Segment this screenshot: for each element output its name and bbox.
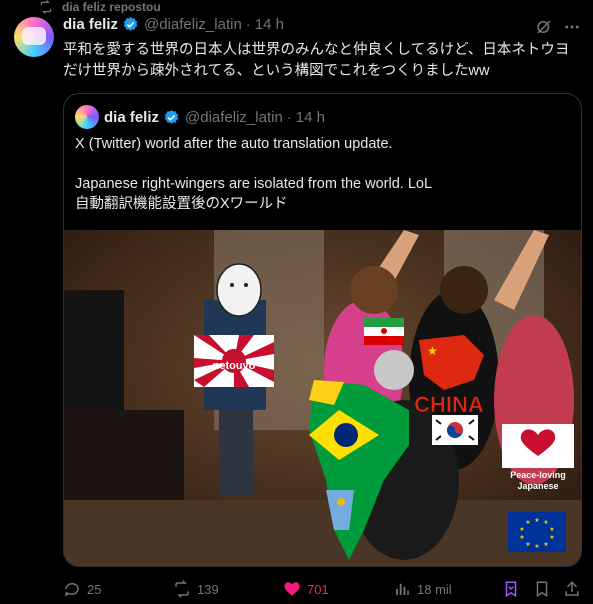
quoted-text-line: Japanese right-wingers are isolated from… [75, 176, 433, 192]
svg-text:★: ★ [543, 541, 548, 548]
views-button[interactable]: 18 mil [393, 574, 452, 604]
quoted-separator-dot: · [286, 108, 292, 126]
eu-flag: ★ ★★ ★★★ ★★★ ★ [508, 512, 566, 552]
netouyo-label: netouyo [213, 360, 256, 372]
repost-icon [175, 580, 189, 598]
like-button[interactable]: 701 [283, 574, 329, 604]
author-name[interactable]: dia feliz [63, 16, 118, 33]
svg-text:★: ★ [525, 519, 530, 526]
quoted-author-handle: @diafeliz_latin [185, 108, 283, 126]
views-count: 18 mil [417, 581, 452, 597]
repost-button[interactable]: 139 [173, 574, 219, 604]
svg-text:★: ★ [549, 526, 554, 533]
post-text: 平和を愛する世界の日本人は世界のみんなと仲良くしてるけど、日本ネトウヨだけ世界か… [63, 42, 570, 79]
quoted-text-line: X (Twitter) world after the auto transla… [75, 136, 393, 152]
like-count: 701 [307, 581, 329, 597]
action-bar: 25 139 701 18 mil [0, 574, 593, 604]
iran-flag [364, 318, 404, 345]
separator-dot: · [245, 16, 251, 33]
quoted-verified-badge-icon [163, 109, 180, 126]
share-icon [565, 581, 579, 596]
quoted-text: X (Twitter) world after the auto transla… [75, 134, 570, 214]
reply-button[interactable]: 25 [63, 574, 101, 604]
quoted-header: dia feliz @diafeliz_latin · 14 h [75, 105, 325, 129]
svg-text:★: ★ [427, 344, 438, 358]
grok-analyze-button[interactable] [502, 574, 520, 604]
quoted-post-time: 14 h [295, 108, 325, 126]
repost-icon [40, 0, 52, 14]
quoted-post[interactable]: dia feliz @diafeliz_latin · 14 h X (Twit… [63, 93, 582, 567]
korea-flag [432, 415, 478, 445]
grok-icon[interactable] [535, 18, 553, 41]
post-time[interactable]: 14 h [255, 16, 284, 33]
share-button[interactable] [563, 574, 581, 604]
svg-text:★: ★ [534, 517, 539, 524]
more-options-icon[interactable] [563, 18, 581, 41]
reply-count: 25 [87, 581, 102, 597]
heart-icon [284, 582, 300, 596]
bookmark-icon [536, 581, 548, 598]
views-icon [396, 583, 409, 595]
avatar[interactable] [14, 17, 54, 57]
svg-text:★: ★ [549, 534, 554, 541]
bookmark-button[interactable] [533, 574, 551, 604]
repost-indicator: dia feliz repostou [38, 0, 161, 14]
post-header: dia feliz @diafeliz_latin · 14 h [63, 16, 284, 33]
svg-text:★: ★ [519, 526, 524, 533]
quoted-text-line: 自動翻訳機能設置後のXワールド [75, 196, 288, 212]
reply-icon [64, 582, 79, 597]
svg-text:★: ★ [519, 534, 524, 541]
repost-label: dia feliz repostou [62, 0, 161, 14]
verified-badge-icon [122, 16, 139, 33]
svg-text:★: ★ [543, 519, 548, 526]
rising-sun-flag: netouyo [194, 335, 274, 387]
quoted-avatar[interactable] [75, 105, 99, 129]
author-handle[interactable]: @diafeliz_latin [144, 16, 242, 33]
peace-loving-label: Peace-loving Japanese [510, 470, 566, 491]
repost-count: 139 [197, 581, 219, 597]
china-label: CHINA [414, 392, 484, 417]
grok-analyze-icon [505, 581, 517, 598]
svg-text:★: ★ [534, 543, 539, 550]
meme-image[interactable]: netouyo ★ CHINA Peace-loving Japanese ★ … [64, 230, 581, 566]
quoted-author-name: dia feliz [104, 108, 160, 126]
svg-text:★: ★ [525, 541, 530, 548]
peace-loving-japanese-card: Peace-loving Japanese [502, 424, 574, 491]
